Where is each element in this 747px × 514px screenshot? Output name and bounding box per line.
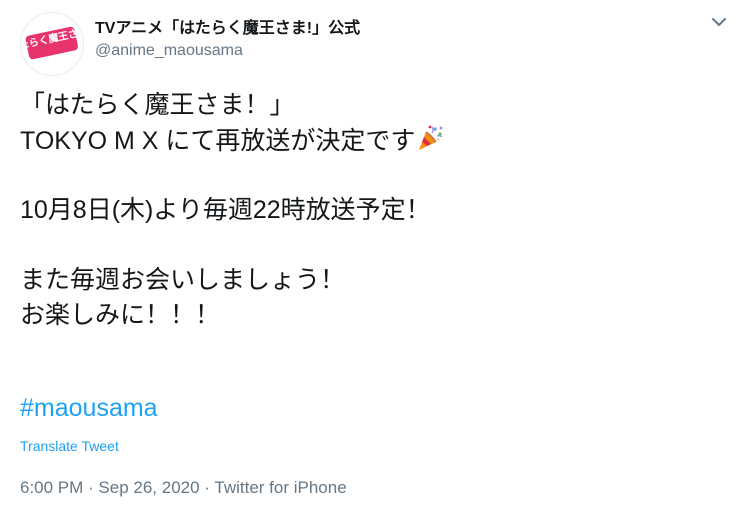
tweet-line-text: TOKYO M X にて再放送が決定です: [20, 127, 416, 155]
hashtag-link[interactable]: #maousama: [20, 394, 158, 423]
tweet-card: はたらく魔王さま! TVアニメ「はたらく魔王さま!」公式 @anime_maou…: [0, 0, 747, 514]
tweet-metadata: 6:00 PM · Sep 26, 2020 · Twitter for iPh…: [20, 478, 347, 498]
tweet-text: 「はたらく魔王さま！」 TOKYO M X にて再放送が決定です 10月8日(木…: [20, 88, 720, 333]
meta-separator: ·: [199, 478, 215, 497]
tweet-line: また毎週お会いしましょう！: [20, 266, 346, 294]
tweet-time-link[interactable]: 6:00 PM: [20, 478, 83, 497]
tweet-line: TOKYO M X にて再放送が決定です: [20, 123, 720, 158]
tweet-date-link[interactable]: Sep 26, 2020: [98, 478, 199, 497]
translate-tweet-link[interactable]: Translate Tweet: [20, 438, 119, 454]
display-name[interactable]: TVアニメ「はたらく魔王さま!」公式: [95, 14, 360, 38]
user-handle[interactable]: @anime_maousama: [95, 42, 243, 60]
tweet-line: 「はたらく魔王さま！」: [20, 91, 295, 119]
tweet-source-link[interactable]: Twitter for iPhone: [214, 478, 346, 497]
tweet-line: 10月8日(木)より毎週22時放送予定！: [20, 196, 431, 224]
meta-separator: ·: [83, 478, 99, 497]
chevron-down-icon[interactable]: [709, 12, 729, 32]
party-popper-icon: [415, 123, 445, 153]
avatar[interactable]: はたらく魔王さま!: [20, 12, 84, 76]
tweet-line: お楽しみに！！！: [20, 301, 221, 329]
avatar-logo-icon: はたらく魔王さま!: [21, 13, 83, 75]
